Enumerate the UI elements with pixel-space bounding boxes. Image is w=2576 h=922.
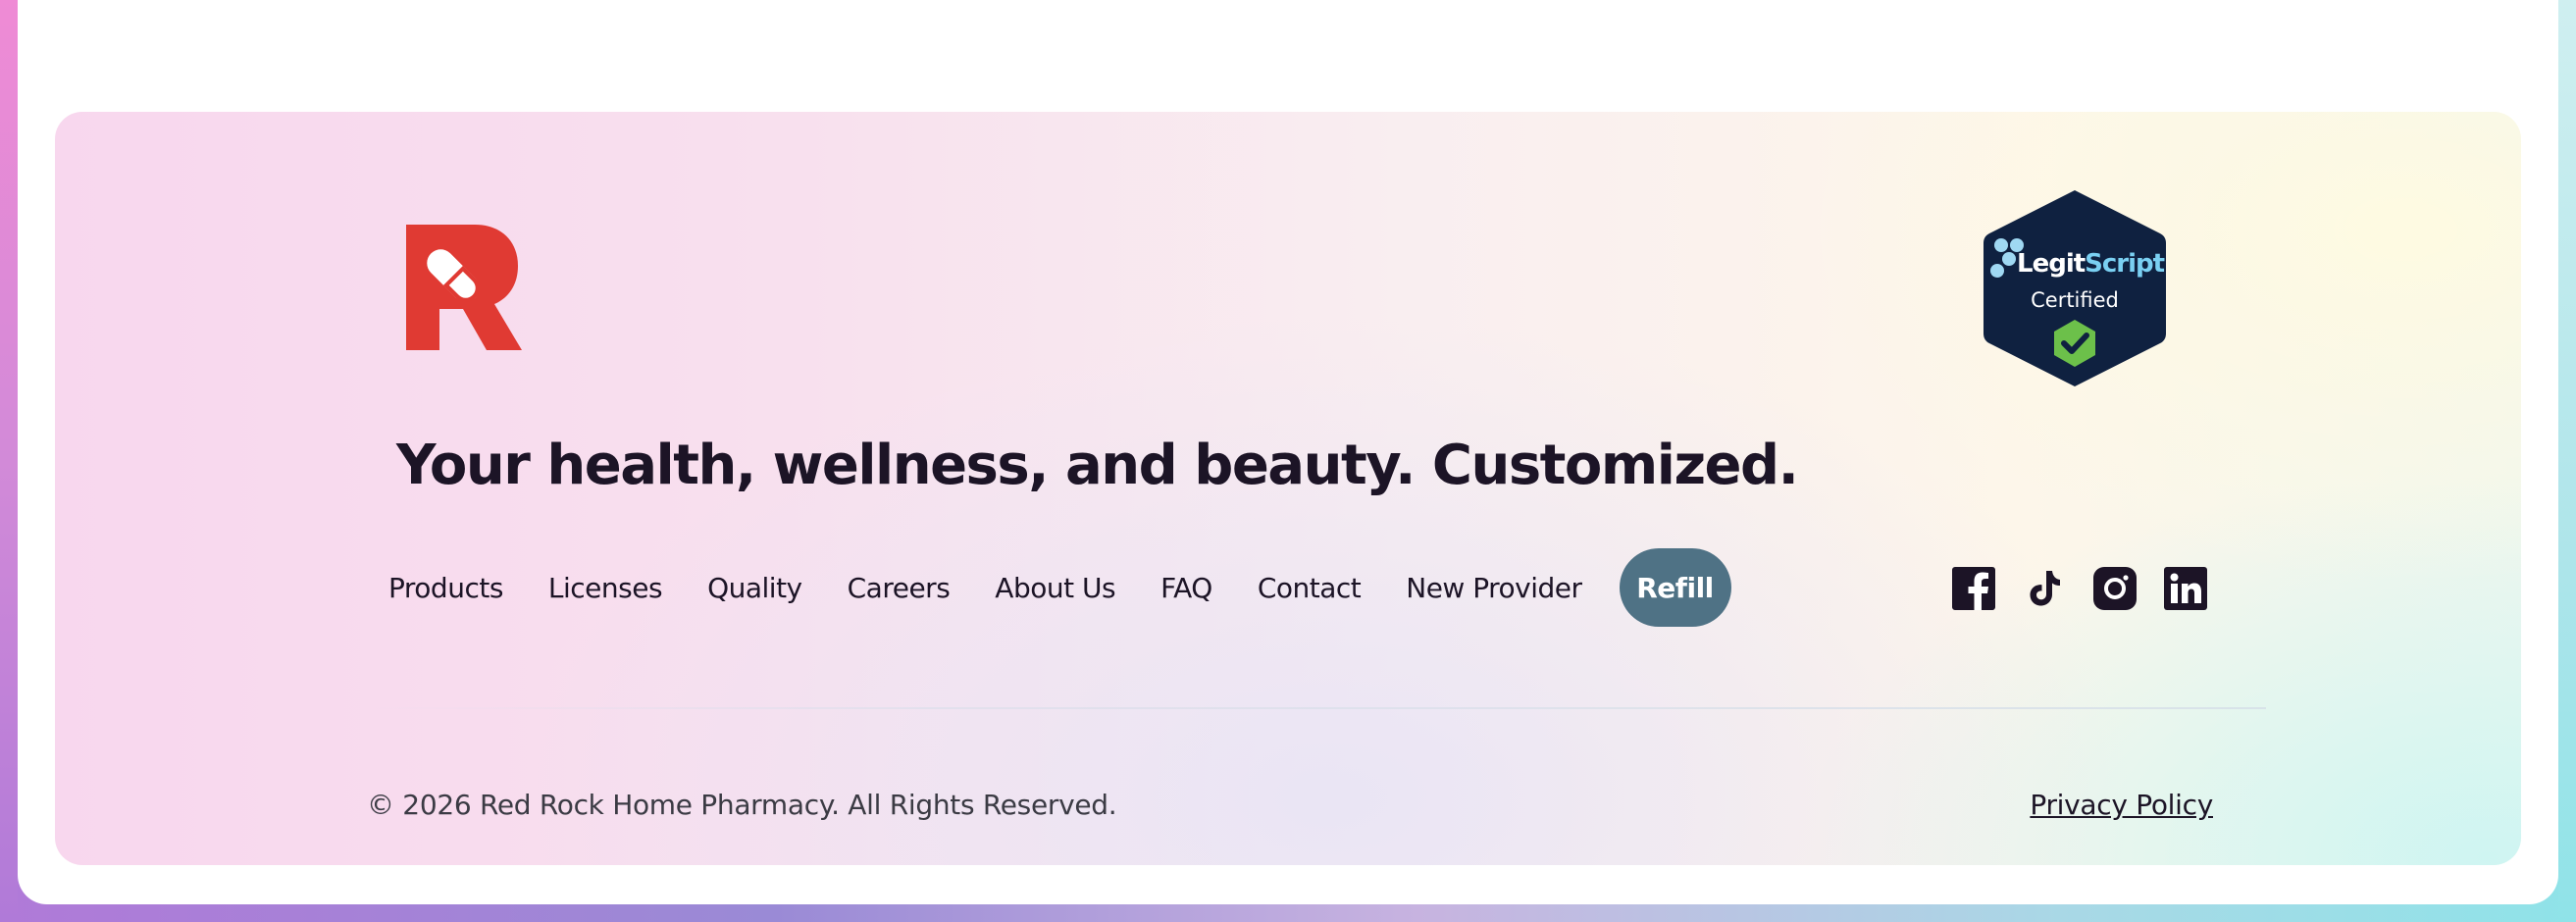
footer-tagline: Your health, wellness, and beauty. Custo…: [396, 434, 1799, 497]
tiktok-icon[interactable]: [2023, 567, 2066, 610]
footer-link-licenses[interactable]: Licenses: [548, 572, 663, 604]
page-frame-left: [0, 0, 18, 922]
site-footer: Your health, wellness, and beauty. Custo…: [55, 112, 2521, 865]
legitscript-status: Certified: [2031, 288, 2119, 312]
footer-divider: [359, 707, 2266, 709]
instagram-icon[interactable]: [2093, 567, 2137, 610]
refill-button[interactable]: Refill: [1619, 548, 1731, 627]
footer-link-faq[interactable]: FAQ: [1160, 572, 1212, 604]
copyright-text: © 2026 Red Rock Home Pharmacy. All Right…: [367, 789, 1117, 821]
legitscript-name: LegitScript: [2017, 249, 2165, 279]
linkedin-icon[interactable]: [2164, 567, 2207, 610]
facebook-icon[interactable]: [1952, 567, 1995, 610]
page-frame-right: [2558, 0, 2576, 922]
footer-link-new-provider[interactable]: New Provider: [1406, 572, 1582, 604]
footer-link-products[interactable]: Products: [388, 572, 503, 604]
privacy-policy-link[interactable]: Privacy Policy: [2030, 789, 2213, 821]
footer-link-quality[interactable]: Quality: [707, 572, 802, 604]
footer-link-about-us[interactable]: About Us: [995, 572, 1115, 604]
footer-link-careers[interactable]: Careers: [848, 572, 951, 604]
social-links: [1952, 567, 2207, 610]
footer-nav: Products Licenses Quality Careers About …: [388, 548, 1731, 627]
red-rock-logo-icon[interactable]: [406, 225, 524, 350]
footer-link-contact[interactable]: Contact: [1258, 572, 1362, 604]
